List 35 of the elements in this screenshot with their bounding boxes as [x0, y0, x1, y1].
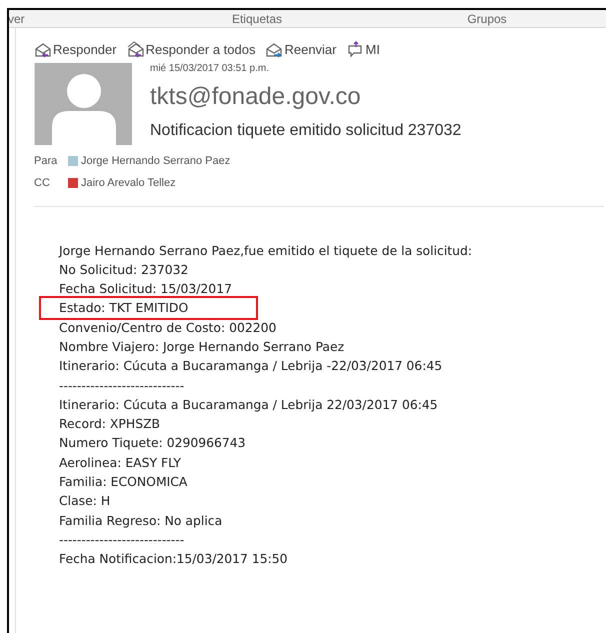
recipient-field-label: CC	[34, 176, 51, 191]
chat-bubble-icon	[346, 41, 364, 58]
body-text-line: Familia Regreso: No aplica	[59, 512, 222, 528]
body-text-line: Itinerario: Cúcuta a Bucaramanga / Lebrija 22/03/2017 06:45	[59, 396, 438, 412]
body-text-line: Fecha Solicitud: 15/03/2017	[59, 281, 232, 296]
toolbar-button[interactable]: Reenviar	[265, 40, 336, 60]
body-text-line: Estado: TKT EMITIDO	[59, 300, 188, 316]
recipient-field-label: Para	[34, 154, 58, 168]
body-text-line: Convenio/Centro de Costo: 002200	[59, 320, 276, 335]
envelope-reply-all-icon	[126, 41, 145, 58]
body-text-line: Numero Tiquete: 0290966743	[59, 435, 246, 450]
body-text-line: Familia: ECONOMICA	[59, 474, 188, 490]
toolbar-button[interactable]: MI	[346, 40, 380, 60]
envelope-forward-icon	[265, 41, 284, 58]
sender-address: tkts@fonade.gov.co	[150, 82, 362, 112]
envelope-reply-icon	[34, 41, 52, 58]
toolbar-button[interactable]: Responder a todos	[126, 40, 256, 60]
toolbar-button[interactable]: Responder	[34, 40, 117, 60]
recipient-name[interactable]: Jorge Hernando Serrano Paez	[81, 152, 230, 169]
body-text-line: Aerolinea: EASY FLY	[59, 454, 181, 470]
body-text-line: Record: XPHSZB	[59, 416, 160, 432]
body-text-line: Itinerario: Cúcuta a Bucaramanga / Lebrija -22/03/2017 06:45	[59, 358, 442, 374]
body-text-line: Nombre Viajero: Jorge Hernando Serrano Paez	[59, 338, 344, 354]
body-text-line: Fecha Notificacion:15/03/2017 15:50	[59, 551, 288, 566]
body-text-line: ----------------------------	[59, 532, 184, 547]
ribbon-group-label: Grupos	[466, 10, 508, 28]
body-text-line: Jorge Hernando Serrano Paez,fue emitido el tiquete de la solicitud:	[59, 242, 472, 258]
recipient-name[interactable]: Jairo Arevalo Tellez	[81, 175, 176, 192]
ribbon-group-label: ver	[7, 10, 26, 28]
body-text-line: ----------------------------	[59, 378, 184, 393]
message-date: mié 15/03/2017 03:51 p.m.	[150, 62, 270, 74]
message-subject: Notificacion tiquete emitido solicitud 237032	[150, 120, 462, 140]
body-text-line: No Solicitud: 237032	[59, 262, 188, 277]
ribbon-group-label: Etiquetas	[230, 10, 284, 28]
body-text-line: Clase: H	[59, 493, 110, 508]
